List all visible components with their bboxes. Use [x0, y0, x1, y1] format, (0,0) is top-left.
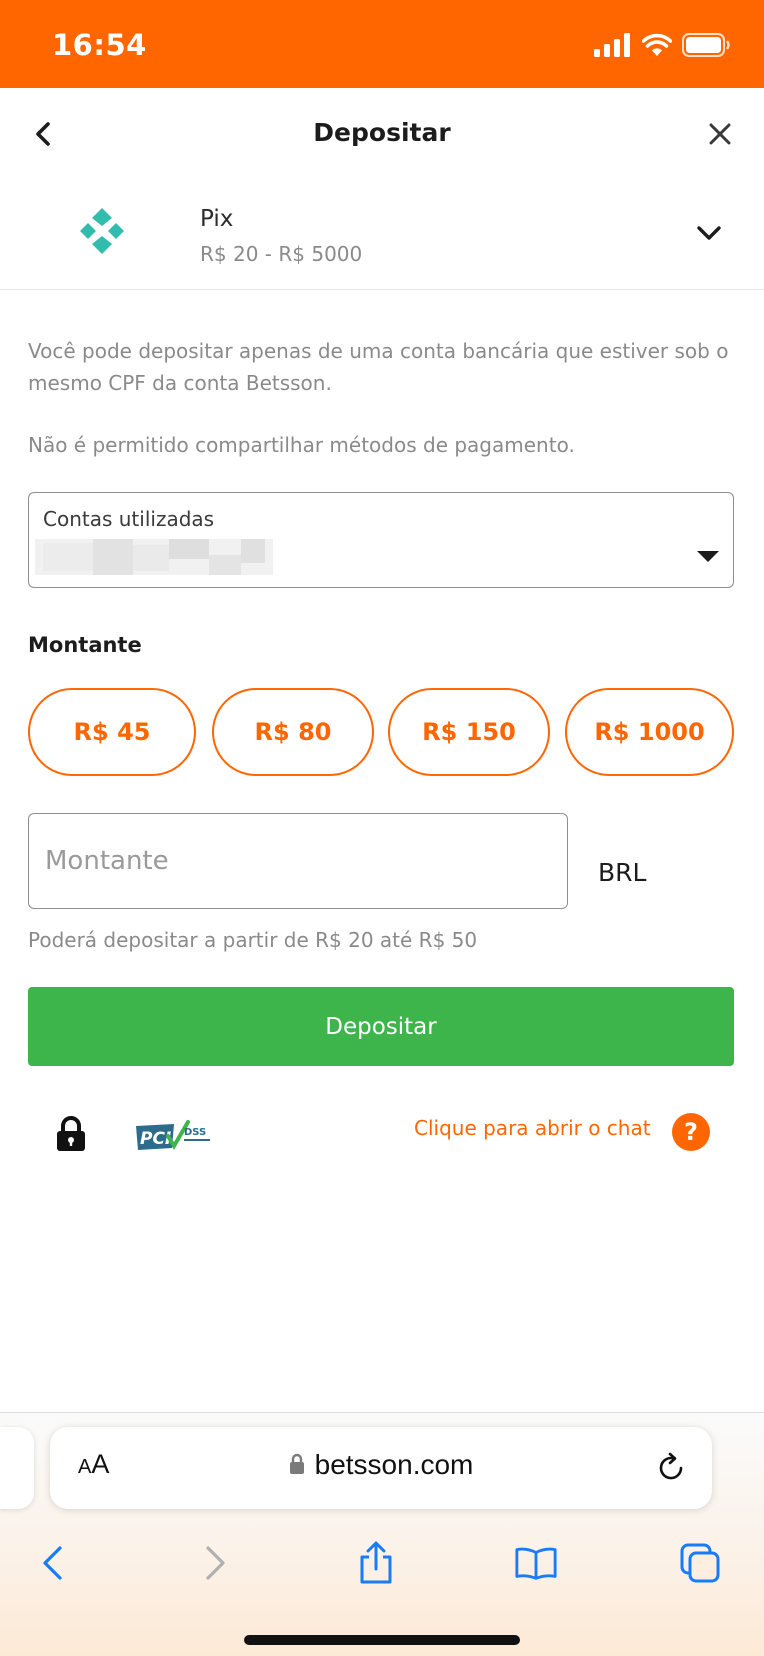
- pci-dss-badge: PCI DSS: [136, 1120, 210, 1150]
- status-time: 16:54: [52, 28, 147, 62]
- info-same-cpf: Você pode depositar apenas de uma conta …: [28, 339, 729, 395]
- url-lock-icon: [289, 1453, 304, 1474]
- amount-chip-150[interactable]: R$ 150: [388, 688, 550, 776]
- tabs-icon: [680, 1543, 720, 1583]
- amount-input[interactable]: [28, 813, 568, 909]
- wifi-icon: [642, 33, 672, 56]
- browser-back-button[interactable]: [30, 1541, 74, 1585]
- url-text: betsson.com: [314, 1449, 474, 1480]
- home-indicator: [244, 1635, 520, 1645]
- method-name: Pix: [200, 206, 234, 232]
- share-button[interactable]: [354, 1541, 398, 1585]
- signal-icon: [594, 33, 630, 57]
- header: Depositar: [0, 88, 764, 180]
- browser-nav-row: [0, 1533, 764, 1593]
- accounts-select[interactable]: Contas utilizadas: [28, 492, 734, 588]
- amount-chip-80[interactable]: R$ 80: [212, 688, 374, 776]
- accounts-select-label: Contas utilizadas: [43, 507, 215, 531]
- share-icon: [360, 1541, 392, 1584]
- battery-icon: [682, 33, 730, 57]
- close-button[interactable]: [702, 116, 738, 152]
- previous-tab-peek[interactable]: [0, 1427, 34, 1509]
- dss-text: DSS: [184, 1127, 206, 1138]
- dropdown-arrow-icon: [697, 551, 719, 562]
- amount-chip-1000[interactable]: R$ 1000: [565, 688, 734, 776]
- reload-icon[interactable]: [654, 1451, 688, 1485]
- browser-forward-button[interactable]: [194, 1541, 238, 1585]
- payment-method-selector[interactable]: Pix R$ 20 - R$ 5000: [0, 190, 764, 290]
- amount-chips: R$ 45 R$ 80 R$ 150 R$ 1000: [28, 688, 734, 776]
- chevron-down-icon: [697, 226, 721, 240]
- method-range: R$ 20 - R$ 5000: [200, 242, 363, 266]
- url-display[interactable]: betsson.com: [50, 1449, 712, 1481]
- open-chat-link[interactable]: Clique para abrir o chat: [414, 1116, 651, 1140]
- amount-title: Montante: [28, 633, 142, 657]
- pix-icon: [80, 208, 124, 254]
- currency-label: BRL: [598, 858, 647, 887]
- address-bar[interactable]: AA betsson.com: [50, 1427, 712, 1509]
- pci-text: PCI: [140, 1129, 171, 1149]
- help-icon[interactable]: ?: [672, 1113, 710, 1151]
- accounts-select-value-redacted: [35, 539, 273, 575]
- status-icons: [594, 30, 730, 60]
- lock-icon: [57, 1116, 85, 1151]
- back-icon: [43, 1546, 62, 1580]
- amount-chip-45[interactable]: R$ 45: [28, 688, 196, 776]
- deposit-button[interactable]: Depositar: [28, 987, 734, 1066]
- close-icon: [709, 123, 731, 145]
- info-no-sharing: Não é permitido compartilhar métodos de …: [28, 433, 575, 457]
- bookmarks-icon: [515, 1547, 557, 1580]
- forward-icon: [206, 1546, 225, 1580]
- page-title: Depositar: [313, 118, 451, 147]
- bookmarks-button[interactable]: [514, 1541, 558, 1585]
- amount-hint: Poderá depositar a partir de R$ 20 até R…: [28, 928, 478, 952]
- status-bar: 16:54: [0, 0, 764, 88]
- tabs-button[interactable]: [678, 1541, 722, 1585]
- browser-toolbar: AA betsson.com: [0, 1412, 764, 1656]
